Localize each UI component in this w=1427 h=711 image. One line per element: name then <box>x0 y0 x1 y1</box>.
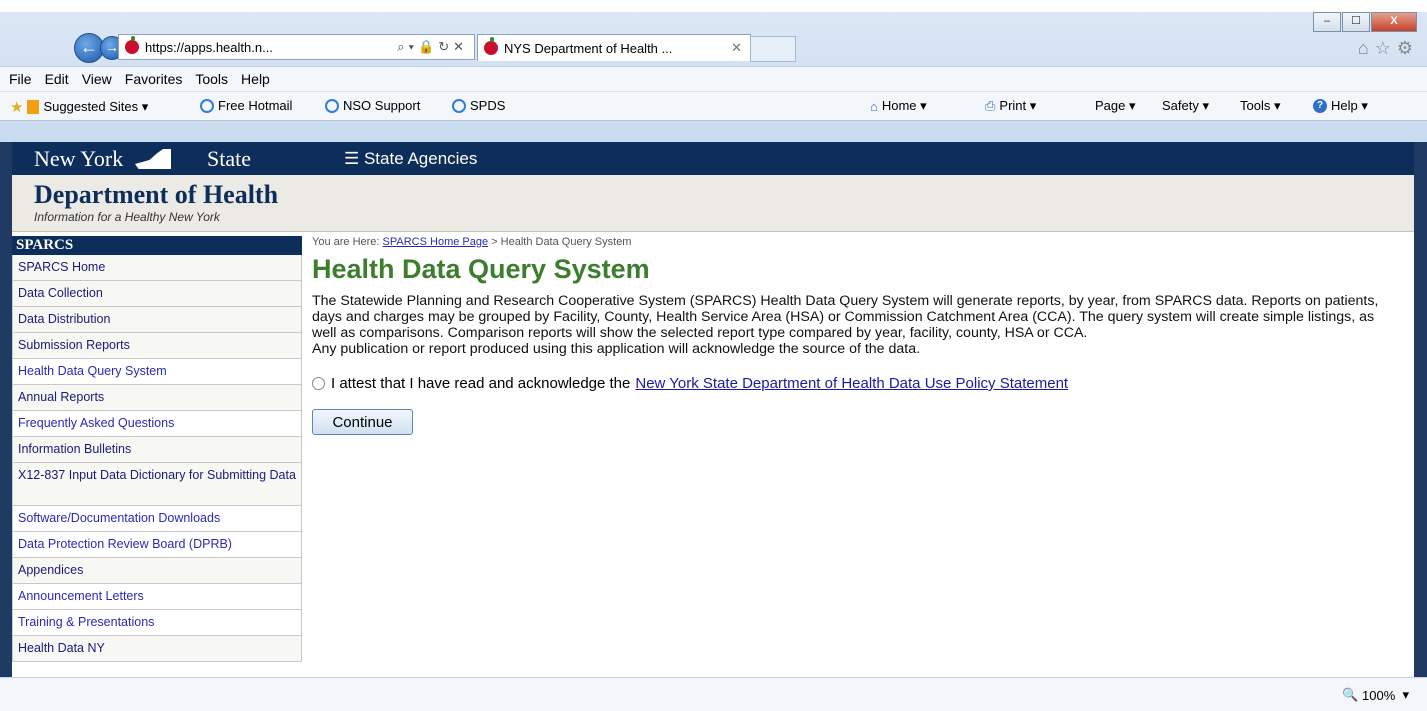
favorites-suggested[interactable]: ★ Suggested Sites ▾ <box>10 98 148 116</box>
cmd-safety[interactable]: Safety ▾ <box>1162 98 1209 114</box>
sidebar-item-software-downloads[interactable]: Software/Documentation Downloads <box>12 506 302 532</box>
printer-icon: ⎙ <box>985 98 996 113</box>
address-url[interactable]: https://apps.health.n... <box>145 40 397 55</box>
breadcrumb: You are Here: SPARCS Home Page > Health … <box>312 236 1402 248</box>
sidebar-item-dprb[interactable]: Data Protection Review Board (DPRB) <box>12 532 302 558</box>
sidebar-item-training[interactable]: Training & Presentations <box>12 610 302 636</box>
favorites-hotmail[interactable]: Free Hotmail <box>200 98 292 113</box>
sidebar-item-health-data-query[interactable]: Health Data Query System <box>12 359 302 385</box>
nys-banner: New York State ☰ State Agencies <box>12 142 1414 175</box>
menu-bar: File Edit View Favorites Tools Help <box>0 66 1427 91</box>
menu-file[interactable]: File <box>9 71 32 87</box>
browser-tab[interactable]: NYS Department of Health ... ✕ <box>477 34 751 61</box>
ie-icon <box>200 98 214 113</box>
maximize-button[interactable]: ☐ <box>1342 12 1370 32</box>
sidebar-item-data-collection[interactable]: Data Collection <box>12 281 302 307</box>
status-bar: 🔍 100% ▾ <box>0 677 1427 711</box>
chevron-down-icon[interactable]: ▾ <box>1395 687 1409 703</box>
nys-logo-right[interactable]: State <box>207 146 251 172</box>
cmd-page[interactable]: Page ▾ <box>1095 98 1136 114</box>
fav-spds-label[interactable]: SPDS <box>470 98 505 113</box>
new-tab-button[interactable] <box>750 36 796 62</box>
favorites-bar: ★ Suggested Sites ▾ Free Hotmail NSO Sup… <box>0 91 1427 121</box>
favorites-spds[interactable]: SPDS <box>452 98 505 113</box>
home-favorites-settings-icon[interactable]: ⌂☆⚙ <box>1358 38 1419 59</box>
doh-header: Department of Health Information for a H… <box>12 175 1414 232</box>
cmd-home[interactable]: ⌂ Home ▾ <box>870 98 927 114</box>
minimize-button[interactable]: – <box>1313 12 1341 32</box>
sidebar-item-sparcs-home[interactable]: SPARCS Home <box>12 255 302 281</box>
cmd-tools[interactable]: Tools ▾ <box>1240 98 1281 114</box>
fav-hotmail-label[interactable]: Free Hotmail <box>218 98 292 113</box>
menu-help[interactable]: Help <box>241 71 270 87</box>
sidebar-item-information-bulletins[interactable]: Information Bulletins <box>12 437 302 463</box>
sidebar-item-announcement-letters[interactable]: Announcement Letters <box>12 584 302 610</box>
browser-window: – ☐ X ← → https://apps.health.n... ⌕▾🔒↻✕… <box>0 0 1427 711</box>
main-content: You are Here: SPARCS Home Page > Health … <box>312 236 1402 435</box>
cmd-print[interactable]: ⎙ Print ▾ <box>985 98 1036 114</box>
home-icon: ⌂ <box>870 98 878 114</box>
favorites-nso[interactable]: NSO Support <box>325 98 420 113</box>
sidebar-item-faq[interactable]: Frequently Asked Questions <box>12 411 302 437</box>
favorites-star-icon: ★ <box>10 99 24 116</box>
address-tools-icon[interactable]: ⌕▾🔒↻✕ <box>397 39 468 55</box>
menu-favorites[interactable]: Favorites <box>125 71 183 87</box>
state-agencies-menu[interactable]: ☰ State Agencies <box>344 149 477 169</box>
intro-paragraph: The Statewide Planning and Research Coop… <box>312 293 1379 341</box>
zoom-control[interactable]: 🔍 100% ▾ <box>1342 687 1409 703</box>
dept-subtitle: Information for a Healthy New York <box>34 210 220 224</box>
attest-text: I attest that I have read and acknowledg… <box>331 375 631 392</box>
data-use-policy-link[interactable]: New York State Department of Health Data… <box>635 375 1068 392</box>
fav-suggested-label[interactable]: Suggested Sites ▾ <box>43 99 148 115</box>
attest-radio[interactable] <box>312 377 325 390</box>
site-favicon-icon <box>125 36 139 54</box>
sidebar-item-submission-reports[interactable]: Submission Reports <box>12 333 302 359</box>
attribution-paragraph: Any publication or report produced using… <box>312 341 921 357</box>
navigation-row: ← → https://apps.health.n... ⌕▾🔒↻✕ NYS D… <box>0 30 1427 63</box>
sidebar-item-x12-dictionary[interactable]: X12-837 Input Data Dictionary for Submit… <box>12 463 302 506</box>
continue-button[interactable]: Continue <box>312 409 413 435</box>
cmd-print-label[interactable]: Print ▾ <box>999 98 1036 114</box>
zoom-icon: 🔍 <box>1342 687 1362 702</box>
cmd-home-label[interactable]: Home ▾ <box>882 98 927 114</box>
bing-icon <box>27 100 40 114</box>
tab-close-icon[interactable]: ✕ <box>731 40 742 56</box>
page-title: Health Data Query System <box>312 254 650 284</box>
sidebar-item-data-distribution[interactable]: Data Distribution <box>12 307 302 333</box>
cmd-help[interactable]: ? Help ▾ <box>1313 98 1368 114</box>
browser-chrome: – ☐ X ← → https://apps.health.n... ⌕▾🔒↻✕… <box>0 12 1427 142</box>
top-caption-strip <box>0 0 1427 12</box>
cmd-help-label[interactable]: Help ▾ <box>1331 98 1368 114</box>
help-icon: ? <box>1313 99 1327 113</box>
menu-view[interactable]: View <box>82 71 112 87</box>
sidebar-title: SPARCS <box>12 236 302 255</box>
ie-icon <box>452 98 466 113</box>
breadcrumb-prefix: You are Here: <box>312 236 383 248</box>
fav-nso-label[interactable]: NSO Support <box>343 98 420 113</box>
window-controls: – ☐ X <box>1312 12 1417 32</box>
sparcs-sidebar: SPARCS SPARCS Home Data Collection Data … <box>12 236 302 677</box>
menu-edit[interactable]: Edit <box>45 71 69 87</box>
web-page: New York State ☰ State Agencies Departme… <box>12 142 1414 677</box>
breadcrumb-link-sparcs-home[interactable]: SPARCS Home Page <box>383 236 489 248</box>
tab-favicon-icon <box>484 37 498 55</box>
nys-logo-left[interactable]: New York <box>34 146 123 172</box>
ny-state-map-icon <box>135 149 171 169</box>
zoom-level[interactable]: 100% <box>1362 688 1395 703</box>
dept-title[interactable]: Department of Health <box>34 180 278 210</box>
tab-title: NYS Department of Health ... <box>504 40 673 56</box>
address-bar[interactable]: https://apps.health.n... ⌕▾🔒↻✕ <box>118 34 475 60</box>
sidebar-item-health-data-ny[interactable]: Health Data NY <box>12 636 302 662</box>
ie-icon <box>325 98 339 113</box>
menu-tools[interactable]: Tools <box>195 71 228 87</box>
breadcrumb-current: > Health Data Query System <box>488 236 632 248</box>
attest-row: I attest that I have read and acknowledg… <box>312 375 1402 392</box>
sidebar-item-annual-reports[interactable]: Annual Reports <box>12 385 302 411</box>
sidebar-item-appendices[interactable]: Appendices <box>12 558 302 584</box>
close-window-button[interactable]: X <box>1371 12 1417 32</box>
